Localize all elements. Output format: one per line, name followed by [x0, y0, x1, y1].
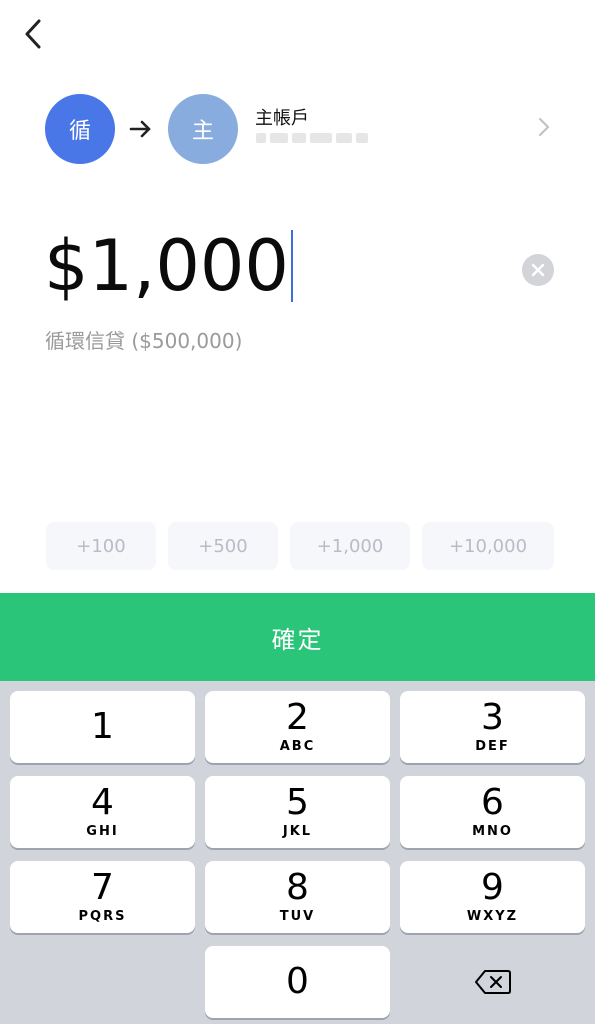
destination-account-avatar[interactable]: 主 [168, 94, 238, 164]
quick-add-1000-button[interactable]: +1,000 [290, 522, 410, 570]
key-3[interactable]: 3 DEF [400, 691, 585, 763]
key-digit: 4 [91, 782, 114, 823]
key-1[interactable]: 1 [10, 691, 195, 763]
arrow-right-icon [129, 120, 151, 138]
clear-icon [531, 263, 545, 277]
confirm-button[interactable]: 確定 [0, 593, 595, 681]
key-9[interactable]: 9 WXYZ [400, 861, 585, 933]
key-digit: 7 [91, 867, 114, 908]
key-letters: DEF [475, 739, 510, 754]
source-account-label: 循環信貸 ($500,000) [45, 329, 243, 353]
back-button[interactable] [14, 14, 54, 54]
amount-value: $1,000 [44, 225, 289, 307]
key-digit: 9 [481, 867, 504, 908]
numeric-keypad: 1 2 ABC 3 DEF 4 GHI 5 JKL 6 MNO 7 PQRS 8… [0, 681, 595, 1024]
key-digit: 2 [286, 697, 309, 738]
key-digit: 0 [286, 961, 309, 1002]
chevron-right-icon[interactable] [534, 115, 554, 139]
quick-add-100-button[interactable]: +100 [46, 522, 156, 570]
masked-block [292, 133, 306, 143]
key-digit: 5 [286, 782, 309, 823]
masked-block [270, 133, 288, 143]
key-letters: WXYZ [466, 909, 519, 924]
chevron-left-icon [25, 19, 41, 49]
quick-add-500-button[interactable]: +500 [168, 522, 278, 570]
key-6[interactable]: 6 MNO [400, 776, 585, 848]
clear-amount-button[interactable] [522, 254, 554, 286]
key-digit: 8 [286, 867, 309, 908]
text-caret [290, 230, 293, 302]
masked-account-number [256, 130, 368, 146]
masked-block [336, 133, 352, 143]
key-4[interactable]: 4 GHI [10, 776, 195, 848]
key-digit: 6 [481, 782, 504, 823]
source-avatar-text: 循 [68, 119, 91, 144]
key-letters: TUV [279, 909, 316, 924]
destination-avatar-text: 主 [191, 119, 214, 144]
key-8[interactable]: 8 TUV [205, 861, 390, 933]
key-7[interactable]: 7 PQRS [10, 861, 195, 933]
backspace-key[interactable] [400, 946, 585, 1018]
masked-block [310, 133, 332, 143]
key-letters: JKL [282, 824, 313, 839]
masked-block [256, 133, 266, 143]
masked-block [356, 133, 368, 143]
key-letters: PQRS [78, 909, 127, 924]
key-0[interactable]: 0 [205, 946, 390, 1018]
key-digit: 1 [91, 706, 114, 747]
amount-input[interactable]: $1,000 [44, 220, 293, 312]
key-5[interactable]: 5 JKL [205, 776, 390, 848]
destination-account-name[interactable]: 主帳戶 [255, 104, 309, 130]
key-letters: MNO [472, 824, 513, 839]
source-account-avatar: 循 [45, 94, 115, 164]
key-digit: 3 [481, 697, 504, 738]
key-letters: GHI [86, 824, 119, 839]
quick-add-chips: +100 +500 +1,000 +10,000 [46, 522, 554, 570]
key-empty [10, 946, 195, 1018]
backspace-icon [474, 970, 511, 994]
quick-add-10000-button[interactable]: +10,000 [422, 522, 554, 570]
key-letters: ABC [279, 739, 316, 754]
key-2[interactable]: 2 ABC [205, 691, 390, 763]
